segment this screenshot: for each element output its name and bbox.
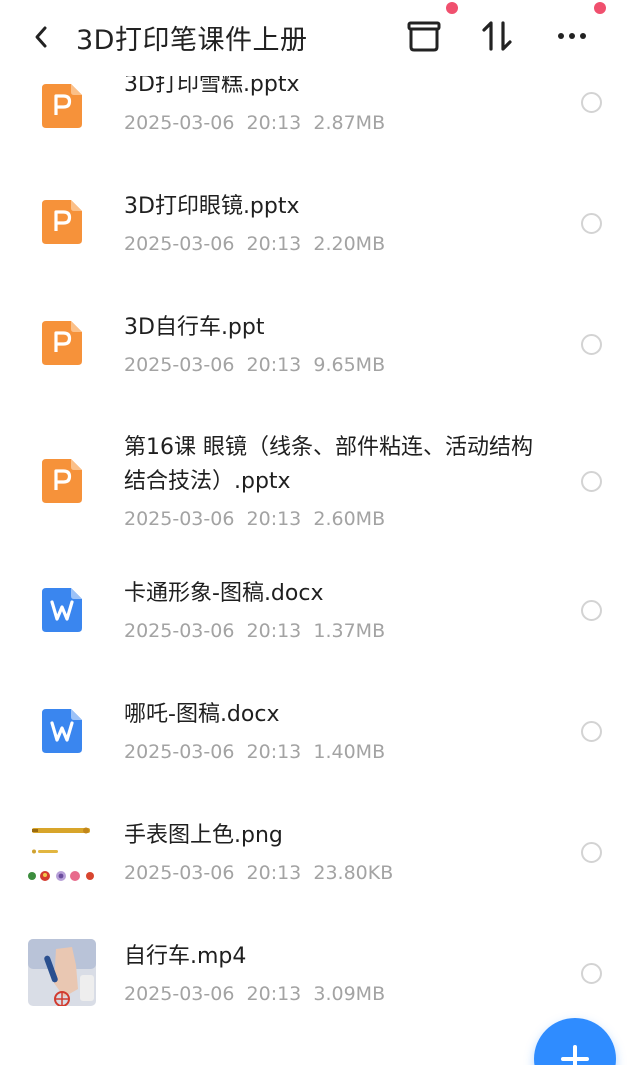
file-meta: 2025-03-06 20:13 1.37MB [124, 620, 385, 642]
archive-icon[interactable] [402, 14, 446, 58]
file-time: 20:13 [246, 620, 302, 642]
file-row[interactable]: 哪吒-图稿.docx 2025-03-06 20:13 1.40MB [0, 689, 640, 810]
file-date: 2025-03-06 [124, 862, 235, 884]
select-radio[interactable] [581, 471, 602, 492]
page-title: 3D打印笔课件上册 [76, 25, 308, 56]
more-icon[interactable] [550, 14, 594, 58]
ppt-file-icon [42, 321, 82, 365]
file-meta: 2025-03-06 20:13 9.65MB [124, 354, 385, 376]
plus-icon [561, 1045, 589, 1065]
file-size: 2.20MB [313, 233, 386, 255]
ppt-file-icon [42, 459, 82, 503]
file-meta: 2025-03-06 20:13 2.87MB [124, 112, 385, 134]
file-row[interactable]: 卡通形象-图稿.docx 2025-03-06 20:13 1.37MB [0, 568, 640, 689]
file-row[interactable]: 第16课 眼镜（线条、部件粘连、活动结构结合技法）.pptx 2025-03-0… [0, 422, 640, 568]
file-row[interactable]: 3D打印眼镜.pptx 2025-03-06 20:13 2.20MB [0, 180, 640, 301]
file-date: 2025-03-06 [124, 620, 235, 642]
file-date: 2025-03-06 [124, 983, 235, 1005]
file-meta: 2025-03-06 20:13 23.80KB [124, 862, 393, 884]
file-meta: 2025-03-06 20:13 1.40MB [124, 741, 385, 763]
notification-dot [446, 2, 458, 14]
file-time: 20:13 [246, 862, 302, 884]
sort-icon[interactable] [476, 14, 520, 58]
select-radio[interactable] [581, 213, 602, 234]
word-file-icon [42, 588, 82, 632]
file-size: 1.37MB [313, 620, 386, 642]
file-name: 手表图上色.png [124, 823, 283, 848]
file-date: 2025-03-06 [124, 112, 235, 134]
file-meta: 2025-03-06 20:13 2.60MB [124, 508, 385, 530]
file-row[interactable]: 手表图上色.png 2025-03-06 20:13 23.80KB [0, 810, 640, 931]
file-size: 23.80KB [313, 862, 394, 884]
file-row[interactable]: 3D打印雪糕.pptx 2025-03-06 20:13 2.87MB [0, 64, 640, 180]
select-radio[interactable] [581, 963, 602, 984]
file-row[interactable]: 3D自行车.ppt 2025-03-06 20:13 9.65MB [0, 301, 640, 422]
file-size: 2.87MB [313, 112, 386, 134]
ppt-file-icon [42, 84, 82, 128]
file-meta: 2025-03-06 20:13 3.09MB [124, 983, 385, 1005]
file-time: 20:13 [246, 508, 302, 530]
file-size: 9.65MB [313, 354, 386, 376]
file-name: 自行车.mp4 [124, 944, 247, 969]
video-thumbnail [28, 939, 96, 1006]
select-radio[interactable] [581, 334, 602, 355]
select-radio[interactable] [581, 92, 602, 113]
file-size: 1.40MB [313, 741, 386, 763]
file-meta: 2025-03-06 20:13 2.20MB [124, 233, 385, 255]
file-date: 2025-03-06 [124, 354, 235, 376]
file-time: 20:13 [246, 112, 302, 134]
file-time: 20:13 [246, 741, 302, 763]
ppt-file-icon [42, 200, 82, 244]
file-size: 2.60MB [313, 508, 386, 530]
image-thumbnail [28, 827, 94, 881]
file-name: 第16课 眼镜（线条、部件粘连、活动结构结合技法）.pptx [124, 435, 533, 494]
file-date: 2025-03-06 [124, 233, 235, 255]
file-size: 3.09MB [313, 983, 386, 1005]
file-name: 哪吒-图稿.docx [124, 702, 280, 727]
file-name: 卡通形象-图稿.docx [124, 581, 324, 606]
file-name: 3D打印眼镜.pptx [124, 194, 300, 219]
file-date: 2025-03-06 [124, 741, 235, 763]
file-time: 20:13 [246, 354, 302, 376]
file-time: 20:13 [246, 983, 302, 1005]
back-icon[interactable] [26, 18, 58, 56]
select-radio[interactable] [581, 600, 602, 621]
top-bar: 3D打印笔课件上册 [0, 0, 640, 76]
notification-dot [594, 2, 606, 14]
select-radio[interactable] [581, 721, 602, 742]
file-date: 2025-03-06 [124, 508, 235, 530]
file-time: 20:13 [246, 233, 302, 255]
word-file-icon [42, 709, 82, 753]
select-radio[interactable] [581, 842, 602, 863]
file-name: 3D自行车.ppt [124, 315, 265, 340]
